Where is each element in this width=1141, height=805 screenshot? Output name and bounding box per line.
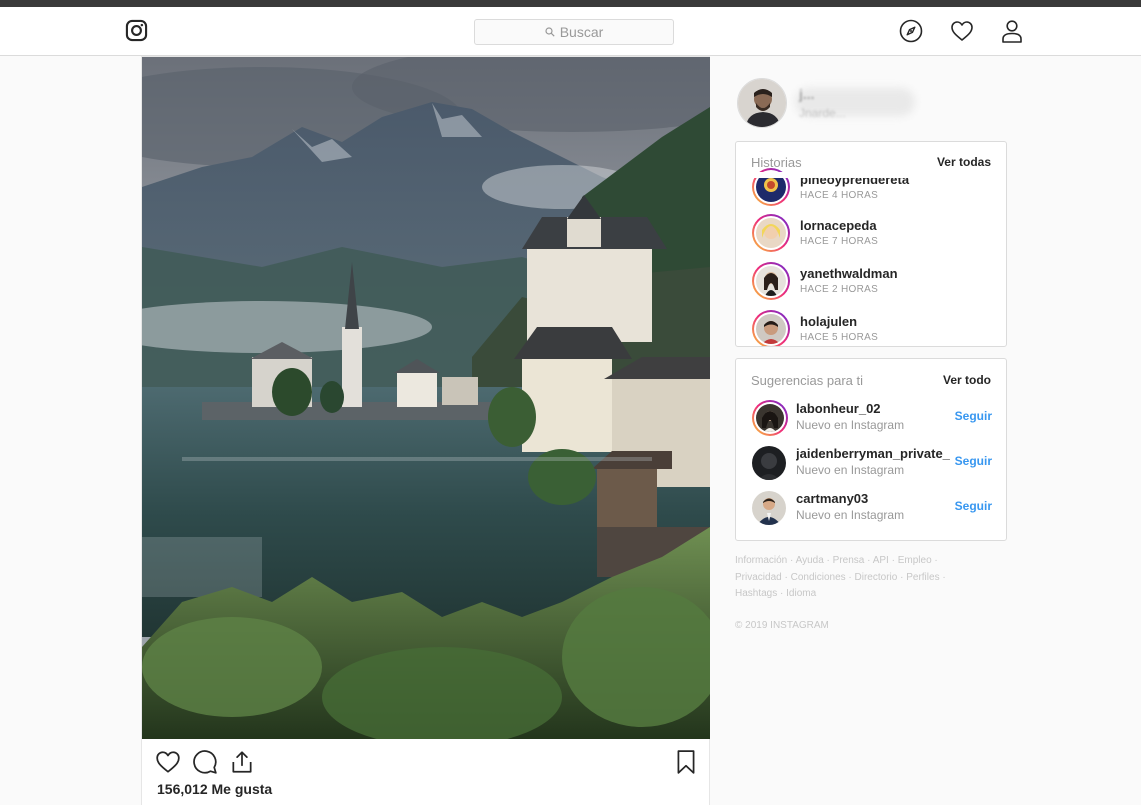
suggestion-item: cartmany03 Nuevo en Instagram Seguir xyxy=(752,490,992,528)
story-item[interactable]: holajulen HACE 5 HORAS xyxy=(752,310,992,346)
search-icon xyxy=(545,27,555,37)
compass-icon[interactable] xyxy=(899,19,923,43)
story-username: lornacepeda xyxy=(800,218,877,233)
story-time: HACE 5 HORAS xyxy=(800,332,879,343)
like-icon[interactable] xyxy=(155,749,181,775)
heart-icon[interactable] xyxy=(950,19,974,43)
stories-card: Historias Ver todas pineoyprendereta HAC… xyxy=(735,141,1007,347)
avatar[interactable] xyxy=(752,491,786,525)
suggestions-heading: Sugerencias para ti xyxy=(751,373,864,388)
likes-count[interactable]: 156,012 Me gusta xyxy=(157,781,272,797)
suggestion-username[interactable]: jaidenberryman_private_ xyxy=(796,446,950,461)
feed-post: 156,012 Me gusta xyxy=(141,56,710,805)
story-ring xyxy=(752,214,790,252)
suggestions-see-all-link[interactable]: Ver todo xyxy=(943,373,991,387)
search-placeholder: Buscar xyxy=(559,24,604,40)
avatar xyxy=(756,314,786,344)
footer-link[interactable]: Información xyxy=(735,555,787,566)
suggestion-subtitle: Nuevo en Instagram xyxy=(796,418,905,432)
story-username: yanethwaldman xyxy=(800,266,898,281)
footer-link[interactable]: Ayuda xyxy=(796,555,824,566)
follow-button[interactable]: Seguir xyxy=(955,499,992,513)
footer-link[interactable]: API xyxy=(873,555,889,566)
story-item[interactable]: yanethwaldman HACE 2 HORAS xyxy=(752,262,992,302)
top-navbar: Buscar xyxy=(0,7,1141,56)
footer-link[interactable]: Hashtags xyxy=(735,588,777,599)
comment-icon[interactable] xyxy=(192,749,218,775)
follow-button[interactable]: Seguir xyxy=(955,454,992,468)
save-icon[interactable] xyxy=(673,749,699,775)
suggestions-card: Sugerencias para ti Ver todo labonheur_0… xyxy=(735,358,1007,541)
story-username: holajulen xyxy=(800,314,858,329)
story-time: HACE 7 HORAS xyxy=(800,236,879,247)
footer-links: Información · Ayuda · Prensa · API · Emp… xyxy=(735,555,946,599)
footer-link[interactable]: Perfiles xyxy=(906,572,939,583)
post-image[interactable] xyxy=(142,57,710,739)
story-item[interactable]: lornacepeda HACE 7 HORAS xyxy=(752,214,992,254)
avatar xyxy=(756,218,786,248)
avatar xyxy=(756,404,784,432)
window-top-strip xyxy=(0,0,1141,7)
footer-link[interactable]: Idioma xyxy=(786,588,816,599)
footer-link[interactable]: Prensa xyxy=(833,555,865,566)
avatar xyxy=(756,266,786,296)
story-ring xyxy=(752,262,790,300)
profile-full-name: Jnarde... xyxy=(799,106,846,120)
suggestion-item: jaidenberryman_private_ Nuevo en Instagr… xyxy=(752,445,992,483)
copyright: © 2019 INSTAGRAM xyxy=(735,620,829,631)
footer-link[interactable]: Condiciones xyxy=(791,572,846,583)
story-time: HACE 2 HORAS xyxy=(800,284,879,295)
suggestion-subtitle: Nuevo en Instagram xyxy=(796,508,905,522)
suggestion-subtitle: Nuevo en Instagram xyxy=(796,463,905,477)
follow-button[interactable]: Seguir xyxy=(955,409,992,423)
stories-see-all-link[interactable]: Ver todas xyxy=(937,155,991,169)
search-input[interactable]: Buscar xyxy=(474,19,674,45)
share-icon[interactable] xyxy=(229,749,255,775)
profile-username[interactable]: j... xyxy=(799,86,815,102)
stories-scroll-mask xyxy=(736,172,1006,178)
profile-icon[interactable] xyxy=(1000,19,1024,43)
instagram-logo-icon[interactable] xyxy=(125,19,148,42)
post-actions-bar: 156,012 Me gusta xyxy=(142,739,710,799)
story-time: HACE 4 HORAS xyxy=(800,190,879,201)
story-ring[interactable] xyxy=(752,400,788,436)
avatar[interactable] xyxy=(752,446,786,480)
suggestion-item: labonheur_02 Nuevo en Instagram Seguir xyxy=(752,400,992,438)
suggestion-username[interactable]: labonheur_02 xyxy=(796,401,881,416)
footer-link[interactable]: Directorio xyxy=(855,572,898,583)
footer-link[interactable]: Privacidad xyxy=(735,572,782,583)
story-ring xyxy=(752,310,790,346)
suggestion-username[interactable]: cartmany03 xyxy=(796,491,868,506)
footer-link[interactable]: Empleo xyxy=(898,555,932,566)
avatar[interactable] xyxy=(737,78,787,128)
current-user-profile[interactable]: j... Jnarde... xyxy=(737,78,1007,128)
